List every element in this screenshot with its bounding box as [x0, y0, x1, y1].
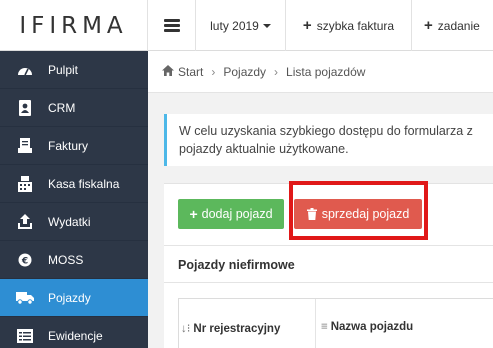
quick-invoice-label: szybka faktura [316, 18, 395, 33]
sidebar-item-crm[interactable]: CRM [0, 89, 148, 127]
info-text-line: W celu uzyskania szybkiego dostępu do fo… [179, 124, 473, 138]
sidebar-item-label: Faktury [48, 138, 89, 153]
sidebar-item-moss[interactable]: € MOSS [0, 241, 148, 279]
chevron-right-icon: › [211, 64, 216, 79]
sidebar-item-faktury[interactable]: Faktury [0, 127, 148, 165]
sidebar: Pulpit CRM Faktury Kasa fiskalna Wydatki… [0, 51, 148, 348]
sidebar-item-label: CRM [48, 100, 76, 115]
highlight-box [289, 181, 428, 240]
add-vehicle-button[interactable]: + dodaj pojazd [178, 199, 284, 229]
home-icon [162, 64, 174, 79]
invoice-icon [16, 137, 34, 154]
euro-icon: € [16, 252, 34, 268]
sidebar-item-ewidencje[interactable]: Ewidencje [0, 317, 148, 348]
column-header-registration[interactable]: ↓⁝ Nr rejestracyjny [181, 321, 280, 335]
plus-icon: + [302, 17, 312, 34]
quick-invoice-button[interactable]: + szybka faktura [286, 0, 412, 51]
divider [164, 245, 493, 246]
caret-down-icon [262, 23, 271, 28]
sidebar-item-label: Wydatki [48, 214, 91, 229]
sort-icon: ↓⁝ [181, 323, 191, 335]
truck-icon [16, 290, 34, 306]
menu-toggle-button[interactable] [148, 0, 196, 51]
month-label: luty 2019 [210, 18, 259, 33]
sidebar-item-pojazdy[interactable]: Pojazdy [0, 279, 148, 317]
month-selector[interactable]: luty 2019 [196, 0, 286, 51]
sidebar-item-label: MOSS [48, 252, 84, 267]
info-alert: W celu uzyskania szybkiego dostępu do fo… [164, 114, 493, 166]
ifirma-logo[interactable]: IFIRMA [0, 0, 148, 51]
task-label: zadanie [437, 18, 480, 33]
plus-icon: + [189, 206, 198, 222]
address-book-icon [16, 99, 34, 116]
breadcrumb-start-link[interactable]: Start [178, 65, 203, 79]
list-icon [16, 328, 34, 344]
section-title: Pojazdy niefirmowe [178, 258, 295, 272]
list-icon: ≡ [321, 321, 328, 333]
logo-text: IFIRMA [19, 12, 128, 39]
column-label: Nr rejestracyjny [193, 323, 281, 335]
column-divider [315, 299, 316, 348]
sidebar-item-label: Kasa fiskalna [48, 176, 120, 191]
upload-icon [16, 213, 34, 230]
sidebar-item-label: Ewidencje [48, 328, 103, 343]
plus-icon: + [424, 17, 433, 34]
info-text-line: pojazdy aktualnie użytkowane. [179, 142, 349, 156]
breadcrumb: Start › Pojazdy › Lista pojazdów [148, 51, 493, 93]
chevron-right-icon: › [274, 64, 279, 79]
sidebar-item-wydatki[interactable]: Wydatki [0, 203, 148, 241]
hamburger-icon [163, 19, 180, 32]
dashboard-icon [16, 62, 34, 78]
breadcrumb-pojazdy-link[interactable]: Pojazdy [223, 65, 266, 79]
sidebar-item-kasa-fiskalna[interactable]: Kasa fiskalna [0, 165, 148, 203]
column-header-vehicle-name[interactable]: ≡ Nazwa pojazdu [321, 321, 413, 333]
breadcrumb-current: Lista pojazdów [286, 64, 366, 79]
svg-text:€: € [21, 256, 28, 266]
column-label: Nazwa pojazdu [330, 321, 414, 333]
sidebar-item-label: Pojazdy [48, 290, 91, 305]
top-bar: IFIRMA luty 2019 + szybka faktura + zada… [0, 0, 493, 51]
vehicles-table: ↓⁝ Nr rejestracyjny ≡ Nazwa pojazdu [178, 298, 493, 348]
sidebar-item-pulpit[interactable]: Pulpit [0, 51, 148, 89]
cash-register-icon [16, 175, 34, 192]
task-button[interactable]: + zadanie [412, 0, 493, 51]
sidebar-item-label: Pulpit [48, 62, 79, 77]
divider [164, 282, 493, 283]
add-vehicle-label: dodaj pojazd [201, 207, 273, 221]
